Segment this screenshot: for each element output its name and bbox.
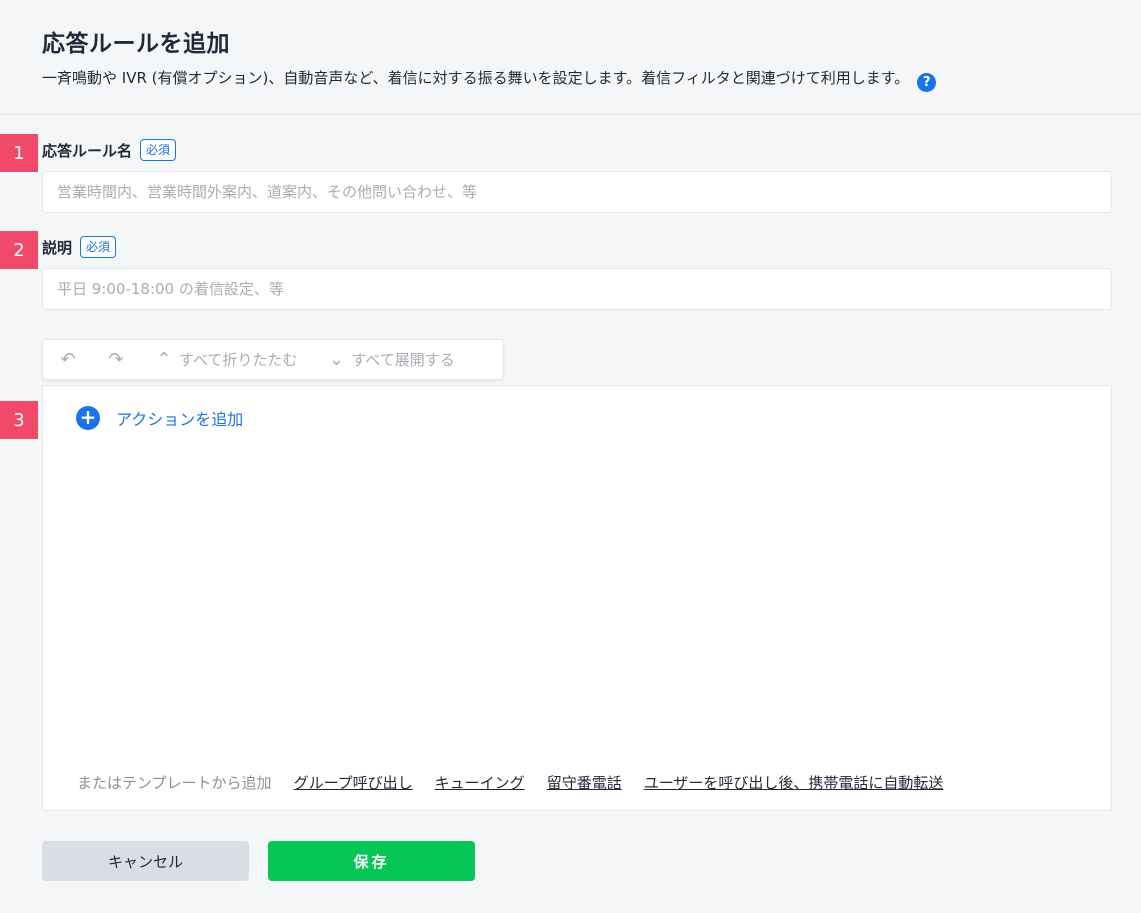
description-label-text: 説明 <box>42 238 73 257</box>
page-description-text: 一斉鳴動や IVR (有償オプション)、自動音声など、着信に対する振る舞いを設定… <box>42 69 910 87</box>
add-action-button[interactable]: + アクションを追加 <box>76 406 243 430</box>
plus-circle-icon: + <box>76 406 100 430</box>
cancel-button[interactable]: キャンセル <box>42 841 249 881</box>
template-link-queueing[interactable]: キューイング <box>435 772 525 793</box>
collapse-all-button[interactable]: ⌃ すべて折りたたむ <box>153 349 297 370</box>
collapse-all-label: すべて折りたたむ <box>179 351 298 369</box>
description-input[interactable] <box>42 268 1112 310</box>
step-badge-3: 3 <box>0 401 38 439</box>
expand-all-label: すべて展開する <box>351 351 455 369</box>
add-action-label: アクションを追加 <box>116 410 244 429</box>
page-header: 応答ルールを追加 一斉鳴動や IVR (有償オプション)、自動音声など、着信に対… <box>0 0 1141 115</box>
template-link-voicemail[interactable]: 留守番電話 <box>547 772 622 793</box>
chevron-double-down-icon: ⌄ <box>328 349 344 370</box>
page-title: 応答ルールを追加 <box>42 31 230 57</box>
rule-name-label: 応答ルール名 必須 <box>42 139 177 161</box>
description-label: 説明 必須 <box>42 236 117 258</box>
undo-icon[interactable]: ↶ <box>57 349 79 370</box>
expand-all-button[interactable]: ⌄ すべて展開する <box>325 349 455 370</box>
step-badge-2: 2 <box>0 231 38 269</box>
rule-name-input[interactable] <box>42 171 1112 213</box>
required-badge: 必須 <box>80 236 117 258</box>
required-badge: 必須 <box>140 139 177 161</box>
help-icon[interactable]: ? <box>917 73 937 92</box>
chevron-double-up-icon: ⌃ <box>156 349 172 370</box>
template-links: またはテンプレートから追加 グループ呼び出し キューイング 留守番電話 ユーザー… <box>77 772 965 793</box>
action-panel: + アクションを追加 またはテンプレートから追加 グループ呼び出し キューイング… <box>42 385 1112 811</box>
page-description: 一斉鳴動や IVR (有償オプション)、自動音声など、着信に対する振る舞いを設定… <box>42 67 937 92</box>
redo-icon[interactable]: ↷ <box>105 349 127 370</box>
template-link-group-call[interactable]: グループ呼び出し <box>294 772 413 793</box>
rule-name-label-text: 応答ルール名 <box>42 141 133 160</box>
template-prefix: またはテンプレートから追加 <box>77 774 272 792</box>
template-link-forward-mobile[interactable]: ユーザーを呼び出し後、携帯電話に自動転送 <box>644 772 944 793</box>
save-button[interactable]: 保存 <box>268 841 475 881</box>
action-toolbar: ↶ ↷ ⌃ すべて折りたたむ ⌄ すべて展開する <box>42 339 504 380</box>
step-badge-1: 1 <box>0 134 38 172</box>
